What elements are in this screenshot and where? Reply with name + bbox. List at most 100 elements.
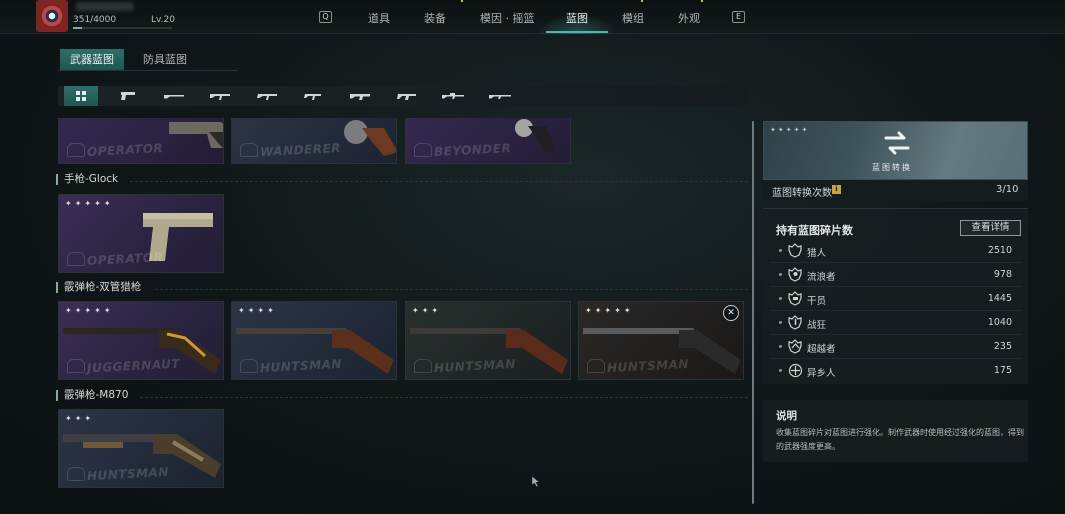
subtab-weapon-blueprints[interactable]: 武器蓝图 <box>60 49 124 70</box>
juggernaut-emblem-icon <box>788 315 802 330</box>
fragment-count: 175 <box>993 365 1012 376</box>
blueprint-card[interactable]: ✦✦✦ HUNTSMAN <box>58 409 224 488</box>
filter-pistol[interactable] <box>110 86 144 106</box>
row-divider <box>770 262 1022 263</box>
fragment-name: 流浪者 <box>807 272 836 283</box>
list-scrollbar[interactable] <box>752 121 754 504</box>
fragment-row-hunter: 猎人 2510 <box>770 240 1022 262</box>
subtab-divider <box>58 70 238 71</box>
section-divider <box>130 181 748 182</box>
xp-progress-fill <box>73 27 82 29</box>
revolver-art <box>169 122 223 148</box>
blueprint-card[interactable]: ✦✦✦✦ HUNTSMAN <box>231 301 397 380</box>
conversion-count-value: 3/10 <box>996 184 1019 195</box>
beyonder-emblem-icon <box>788 339 802 354</box>
row-divider <box>770 286 1022 287</box>
tab-equipment[interactable]: 装备 <box>424 10 446 26</box>
rarity-stars: ✦✦✦✦✦ <box>65 199 114 208</box>
rarity-stars: ✦✦✦✦ <box>238 306 277 315</box>
fragment-name: 干员 <box>807 296 827 307</box>
skin-emblem-icon <box>240 359 258 373</box>
carbine-icon <box>397 94 416 100</box>
filter-shotgun[interactable] <box>157 86 191 106</box>
all-grid-icon <box>76 91 86 101</box>
fragment-count: 1445 <box>987 293 1012 304</box>
fragment-name: 战狂 <box>807 320 827 331</box>
rarity-stars: ✦✦✦ <box>65 414 95 423</box>
filter-carbine[interactable] <box>390 86 424 106</box>
filter-sniper[interactable] <box>436 86 470 106</box>
prev-tab-key-hint[interactable]: Q <box>319 11 332 23</box>
blueprint-card[interactable]: ✦✦✦✦✦ HUNTSMAN ✕ <box>578 301 744 380</box>
blueprint-card[interactable]: ✦✦✦ HUNTSMAN <box>405 301 571 380</box>
section-title-glock: 手枪-Glock <box>56 174 118 185</box>
marksman-icon <box>489 95 511 99</box>
info-icon[interactable]: i <box>832 185 841 194</box>
tab-items[interactable]: 道具 <box>368 10 390 26</box>
nav-indicator-dot <box>641 0 643 2</box>
banner-label: 蓝图转换 <box>872 163 912 172</box>
blueprint-skin-name: BEYONDER <box>433 140 512 160</box>
blueprint-card[interactable]: ✦✦✦✦✦ JUGGERNAUT <box>58 301 224 380</box>
blueprint-card[interactable]: ✦✦✦✦✦ OPERATOR <box>58 194 224 273</box>
filter-all[interactable] <box>64 86 98 106</box>
section-divider <box>140 397 748 398</box>
tab-meme-cradle[interactable]: 模因 · 摇篮 <box>480 10 535 26</box>
view-details-button[interactable]: 查看详情 <box>960 220 1021 236</box>
next-tab-key-hint[interactable]: E <box>732 11 745 23</box>
tab-blueprints[interactable]: 蓝图 <box>566 10 588 26</box>
filter-marksman[interactable] <box>483 86 517 106</box>
player-level: Lv.20 <box>151 15 175 25</box>
conversion-count-label: 蓝图转换次数 <box>772 188 832 199</box>
fragment-name: 异乡人 <box>807 368 836 379</box>
tab-appearance[interactable]: 外观 <box>678 10 700 26</box>
fragment-row-juggernaut: 战狂 1040 <box>770 312 1022 334</box>
filter-lmg[interactable] <box>343 86 377 106</box>
skin-emblem-icon <box>67 467 85 481</box>
pistol-icon <box>121 92 135 100</box>
filter-rifle[interactable] <box>203 86 237 106</box>
row-divider <box>770 310 1022 311</box>
rifle-icon <box>210 94 230 100</box>
shotgun-icon <box>164 95 184 99</box>
fragment-row-outlander: 异乡人 175 <box>770 360 1022 382</box>
player-avatar[interactable] <box>36 0 68 32</box>
fragment-row-wanderer: 流浪者 978 <box>770 264 1022 286</box>
section-title-m870: 霰弹枪-M870 <box>56 390 128 401</box>
assault-rifle-icon <box>257 94 277 100</box>
player-name-redacted <box>76 2 134 11</box>
sniper-icon <box>442 93 464 99</box>
fragments-title: 持有蓝图碎片数 <box>776 224 853 237</box>
mouse-cursor-icon <box>531 475 540 487</box>
outlander-emblem-icon <box>788 363 803 378</box>
blueprint-card[interactable]: BEYONDER <box>405 118 571 164</box>
filter-assault-rifle[interactable] <box>250 86 284 106</box>
row-divider <box>770 334 1022 335</box>
fragment-name: 猎人 <box>807 248 827 259</box>
operator-emblem-icon <box>788 291 802 306</box>
wanderer-emblem-icon <box>788 267 802 282</box>
row-divider <box>770 358 1022 359</box>
skin-emblem-icon <box>67 359 85 373</box>
tab-mods[interactable]: 模组 <box>622 10 644 26</box>
skin-emblem-icon <box>67 143 85 157</box>
fragment-row-operator: 干员 1445 <box>770 288 1022 310</box>
lmg-icon <box>350 94 370 100</box>
description-text: 收集蓝图碎片对蓝图进行强化。制作武器时使用经过强化的蓝图，得到的武器强度更高。 <box>776 428 1024 451</box>
fragment-count: 1040 <box>987 317 1012 328</box>
blueprint-convert-banner[interactable]: ✦✦✦✦✦ 蓝图转换 <box>763 121 1028 180</box>
smg-icon <box>304 94 321 100</box>
fragment-count: 978 <box>993 269 1012 280</box>
xp-progress-bar <box>73 27 172 29</box>
skin-emblem-icon <box>67 252 85 266</box>
close-icon[interactable]: ✕ <box>723 305 739 321</box>
nav-indicator-dot <box>701 0 703 2</box>
filter-smg[interactable] <box>296 86 330 106</box>
blueprint-skin-name: OPERATOR <box>86 141 164 159</box>
subtab-armor-blueprints[interactable]: 防具蓝图 <box>133 49 197 70</box>
blueprint-card[interactable]: OPERATOR <box>58 118 224 164</box>
rarity-stars: ✦✦✦ <box>412 306 442 315</box>
blueprint-card[interactable]: WANDERER <box>231 118 397 164</box>
fragment-name: 超越者 <box>807 344 836 355</box>
rarity-stars: ✦✦✦✦✦ <box>65 306 114 315</box>
